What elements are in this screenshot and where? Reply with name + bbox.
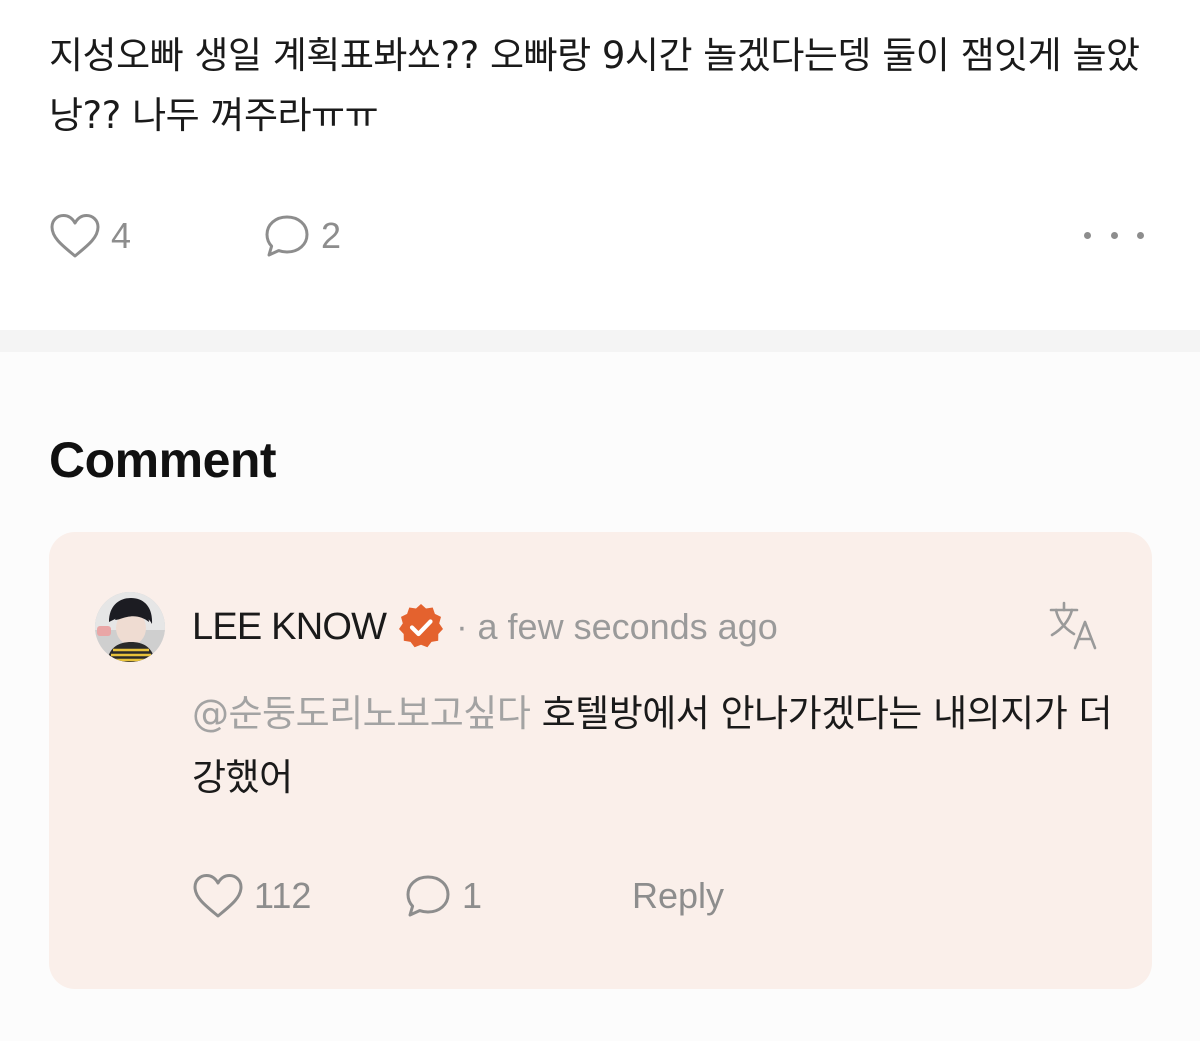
heart-icon xyxy=(193,874,243,918)
comment-meta: LEE KNOW · a few seconds ago xyxy=(192,600,778,654)
comment-like-button[interactable]: 112 xyxy=(192,868,311,924)
more-options-button[interactable] xyxy=(1084,220,1144,250)
comment-author[interactable]: LEE KNOW xyxy=(192,606,387,649)
comment-bubble-icon xyxy=(406,875,450,917)
more-dots-icon xyxy=(1084,231,1091,239)
post-like-button[interactable]: 4 xyxy=(49,208,131,264)
translate-button[interactable] xyxy=(1047,598,1103,654)
post-like-count: 4 xyxy=(111,215,132,256)
translate-icon xyxy=(1049,601,1097,650)
avatar[interactable] xyxy=(95,592,165,662)
comment-reply-count: 1 xyxy=(462,875,483,916)
comment-body: @순둥도리노보고싶다 호텔방에서 안나가겠다는 내의지가 더강했어 xyxy=(192,682,1132,810)
post: 지성오빠 생일 계획표봐쏘?? 오빠랑 9시간 놀겠다는뎅 둘이 잼잇게 놀았낭… xyxy=(0,0,1200,330)
comments-section-title: Comment xyxy=(49,432,277,488)
verified-badge-icon xyxy=(399,604,444,648)
comment-timestamp: a few seconds ago xyxy=(477,606,778,647)
comment-card: LEE KNOW · a few seconds ago @순둥도리노보고싶다 … xyxy=(49,532,1152,989)
comment-bubble-icon xyxy=(265,215,309,257)
reply-button[interactable]: Reply xyxy=(632,868,724,924)
comment-reply-count-button[interactable]: 1 xyxy=(404,868,482,924)
comment-actions: 112 1 Reply xyxy=(192,868,1092,924)
section-divider xyxy=(0,330,1200,352)
post-comment-count: 2 xyxy=(321,215,342,256)
comment-like-count: 112 xyxy=(254,875,312,916)
post-actions: 4 2 xyxy=(49,208,1149,264)
comment-mention[interactable]: @순둥도리노보고싶다 xyxy=(192,692,531,735)
heart-icon xyxy=(50,214,100,258)
meta-separator: · xyxy=(456,607,468,646)
post-body: 지성오빠 생일 계획표봐쏘?? 오빠랑 9시간 놀겠다는뎅 둘이 잼잇게 놀았낭… xyxy=(49,34,1140,137)
post-comment-button[interactable]: 2 xyxy=(263,208,341,264)
